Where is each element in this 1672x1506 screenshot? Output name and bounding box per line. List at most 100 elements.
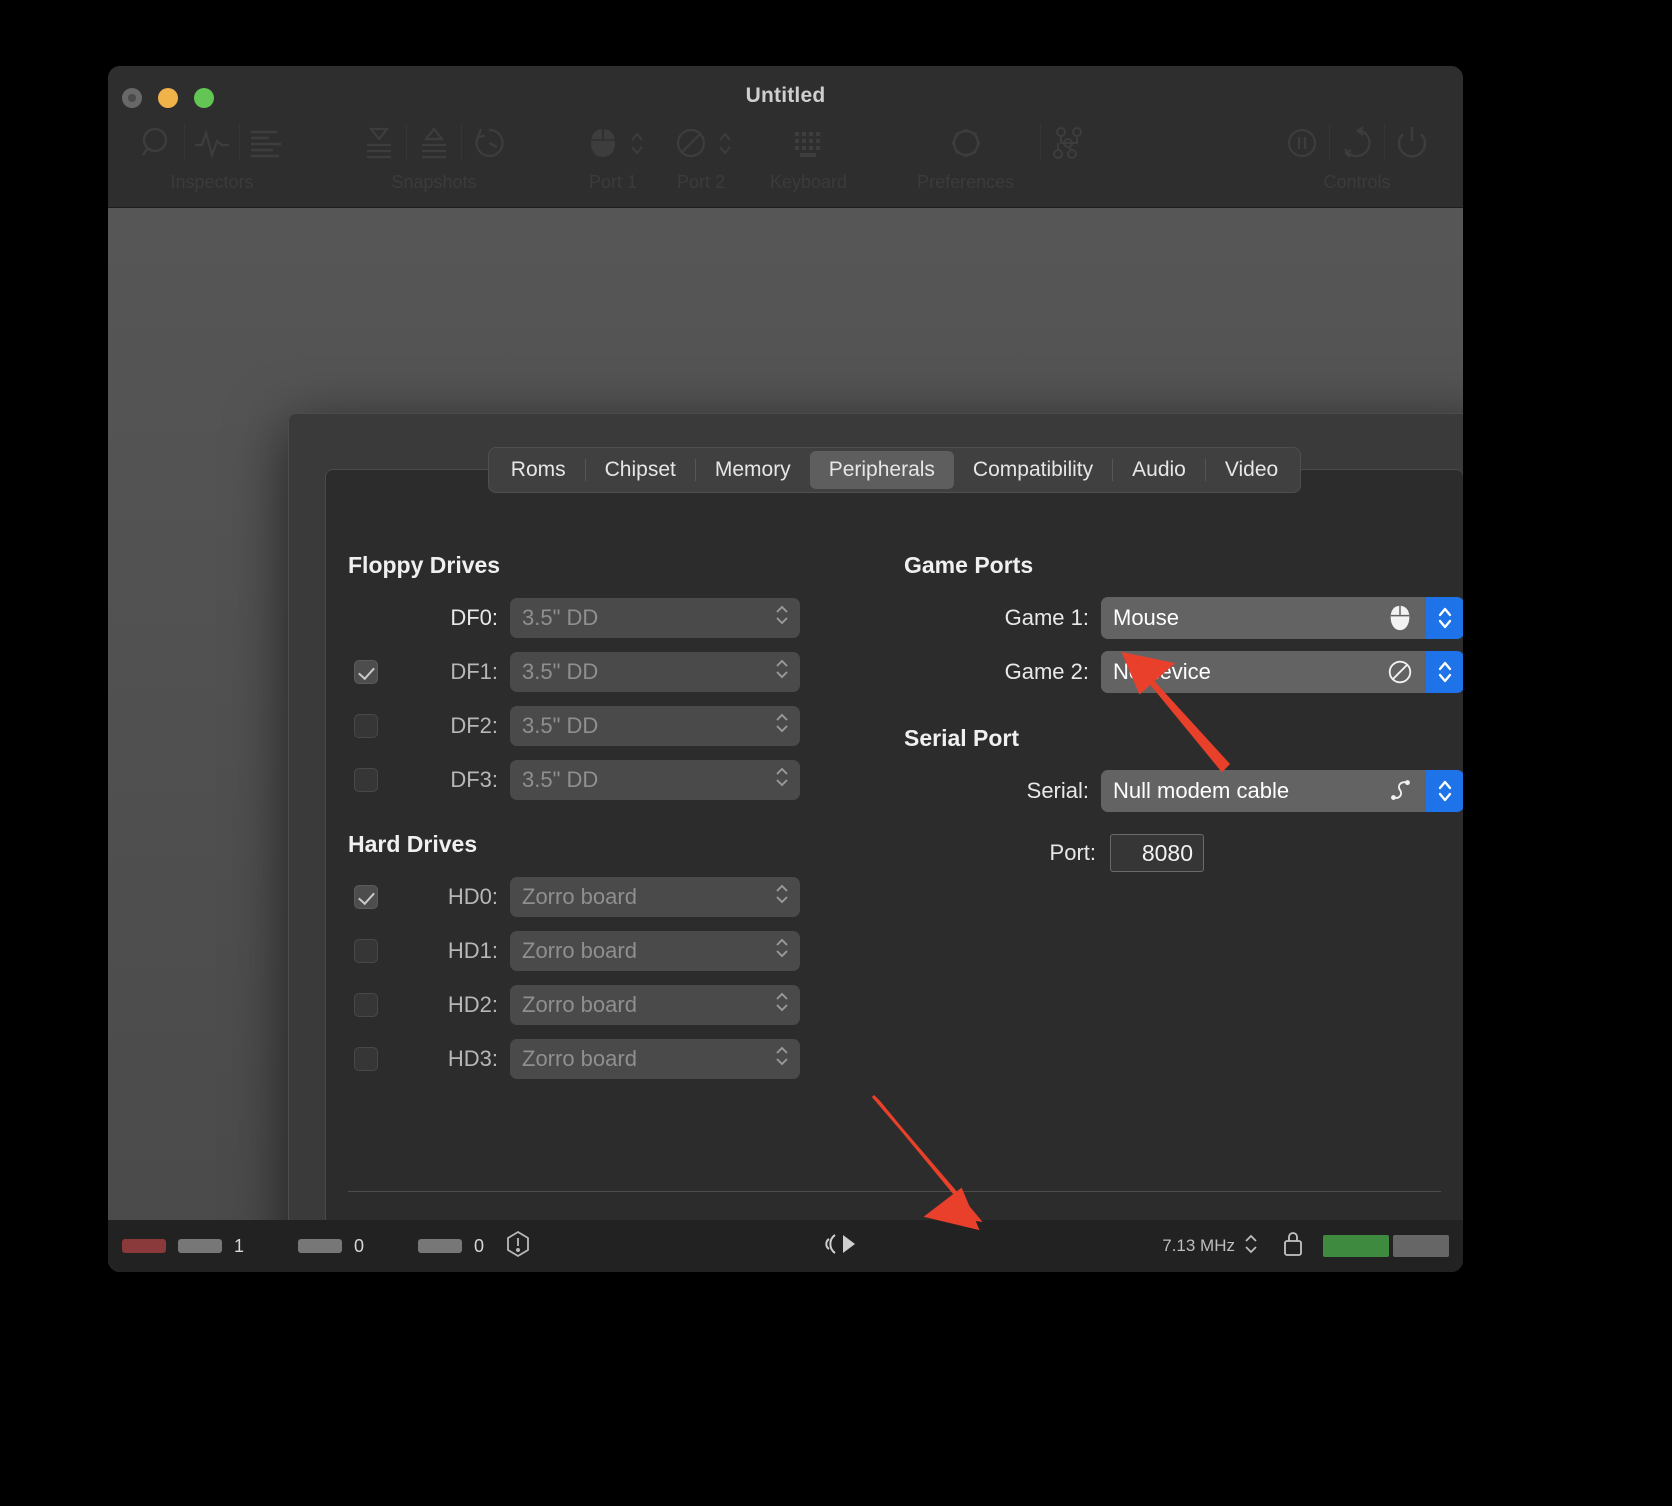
floppy-label-df2: DF2: (450, 713, 498, 738)
keyboard-icon[interactable] (786, 120, 832, 166)
floppy-label-df3: DF3: (450, 767, 498, 792)
hd-select-hd3[interactable]: Zorro board (510, 1039, 800, 1079)
serial-stepper[interactable] (1426, 770, 1463, 812)
floppy-select-df2[interactable]: 3.5" DD (510, 706, 800, 746)
gameport-stepper-1[interactable] (1426, 597, 1463, 639)
chevron-up-down-icon (774, 989, 790, 1021)
toolbar-group-preferences[interactable]: Preferences (917, 118, 1014, 193)
serial-label: Serial: (1026, 778, 1089, 803)
toolbar-label-controls: Controls (1323, 172, 1391, 192)
snapshot-restore-icon[interactable] (356, 120, 402, 166)
gameport-stepper-2[interactable] (1426, 651, 1463, 693)
right-column: Game Ports Game 1: Mouse Game 2: No devi… (904, 552, 1463, 872)
chevron-up-down-icon (774, 710, 790, 742)
tab-compatibility[interactable]: Compatibility (954, 451, 1112, 489)
no-device-icon[interactable] (668, 120, 714, 166)
toolbar-divider (1329, 124, 1330, 160)
toolbar-group-keyboard[interactable]: Keyboard (770, 118, 847, 193)
waveform-icon[interactable] (189, 120, 235, 166)
toolbar-group-port2[interactable]: Port 2 (668, 118, 734, 193)
drive-led-df0[interactable] (122, 1239, 166, 1253)
gear-icon[interactable] (943, 120, 989, 166)
chevron-up-down-icon[interactable] (716, 124, 734, 162)
floppy-checkbox-df1[interactable] (354, 660, 378, 684)
cpu-clock-label: 7.13 MHz (1162, 1236, 1235, 1255)
snapshot-take-icon[interactable] (411, 120, 457, 166)
hd-row-hd2: HD2: Zorro board (348, 984, 868, 1026)
hd-checkbox-hd1[interactable] (354, 939, 378, 963)
hd-checkbox-hd2[interactable] (354, 993, 378, 1017)
section-title-floppy: Floppy Drives (348, 552, 501, 578)
tab-peripherals[interactable]: Peripherals (809, 451, 954, 489)
serial-select[interactable]: Null modem cable (1101, 770, 1426, 812)
panel-content: Floppy Drives DF0: 3.5" DD DF1: 3.5" DD … (326, 522, 1463, 1191)
drive-led-df1[interactable] (178, 1239, 222, 1253)
tab-roms[interactable]: Roms (492, 451, 585, 489)
chevron-up-down-icon[interactable] (628, 124, 646, 162)
emulator-window: Untitled Inspectors Snapshots Port 1 Por… (108, 66, 1463, 1272)
pause-icon[interactable] (1279, 120, 1325, 166)
hd-select-hd1[interactable]: Zorro board (510, 931, 800, 971)
hd-select-hd2[interactable]: Zorro board (510, 985, 800, 1025)
toolbar-divider (239, 124, 240, 160)
floppy-select-df3[interactable]: 3.5" DD (510, 760, 800, 800)
gameport-value-1: Mouse (1113, 605, 1180, 630)
toolbar-divider (1384, 124, 1385, 160)
chevron-up-down-icon (774, 935, 790, 967)
tab-memory[interactable]: Memory (696, 451, 810, 489)
floppy-checkbox-df2[interactable] (354, 714, 378, 738)
toolbar-label-keyboard: Keyboard (770, 172, 848, 192)
drive-led-df3[interactable] (418, 1239, 462, 1253)
floppy-label-df0: DF0: (450, 605, 498, 630)
hd-checkbox-hd0[interactable] (354, 885, 378, 909)
emulator-canvas: Roms Chipset Memory Peripherals Compatib… (108, 208, 1463, 1272)
tab-audio[interactable]: Audio (1113, 451, 1205, 489)
chevron-up-down-icon (774, 881, 790, 913)
magnifier-icon[interactable] (134, 120, 180, 166)
toolbar-label-inspectors: Inspectors (170, 172, 254, 192)
left-column: Floppy Drives DF0: 3.5" DD DF1: 3.5" DD … (348, 552, 868, 1092)
list-icon[interactable] (244, 120, 290, 166)
drive-counter-3: 0 (474, 1235, 485, 1256)
floppy-value-df0: 3.5" DD (522, 605, 599, 630)
window-titlebar: Untitled Inspectors Snapshots Port 1 Por… (108, 66, 1463, 208)
reset-icon[interactable] (1334, 120, 1380, 166)
floppy-value-df1: 3.5" DD (522, 659, 599, 684)
tab-video[interactable]: Video (1206, 451, 1297, 489)
toolbar-group-snapshots[interactable]: Snapshots (356, 118, 512, 193)
drive-led-df2[interactable] (298, 1239, 342, 1253)
audio-icon[interactable] (823, 1229, 865, 1264)
hd-value-hd0: Zorro board (522, 884, 637, 909)
serial-port-input[interactable]: 8080 (1110, 834, 1204, 872)
hd-select-hd0[interactable]: Zorro board (510, 877, 800, 917)
toolbar-label-port1: Port 1 (588, 172, 638, 192)
gameport-select-2[interactable]: No device (1101, 651, 1426, 693)
window-title: Untitled (745, 84, 826, 107)
toolbar-group-controls[interactable]: Controls (1279, 118, 1435, 193)
tab-chipset[interactable]: Chipset (586, 451, 695, 489)
warning-icon[interactable] (504, 1230, 532, 1263)
section-title-harddrives: Hard Drives (348, 831, 478, 857)
gameport-select-1[interactable]: Mouse (1101, 597, 1426, 639)
floppy-select-df1[interactable]: 3.5" DD (510, 652, 800, 692)
floppy-row-df1: DF1: 3.5" DD (348, 651, 868, 693)
config-nodes-icon[interactable] (1045, 120, 1091, 166)
hd-checkbox-hd3[interactable] (354, 1047, 378, 1071)
floppy-select-df0[interactable]: 3.5" DD (510, 598, 800, 638)
configuration-panel: Roms Chipset Memory Peripherals Compatib… (325, 447, 1463, 1272)
mouse-icon[interactable] (580, 120, 626, 166)
drive-counter-2: 0 (354, 1235, 365, 1256)
toolbar-group-port1[interactable]: Port 1 (580, 118, 646, 193)
chevron-up-down-icon (774, 602, 790, 634)
floppy-row-df3: DF3: 3.5" DD (348, 759, 868, 801)
statusbar-lock-icon[interactable] (1281, 1230, 1305, 1263)
clock-stepper[interactable] (1243, 1231, 1259, 1262)
toolbar: Inspectors Snapshots Port 1 Port 2 Keybo… (108, 118, 1463, 208)
toolbar-group-inspectors[interactable]: Inspectors (134, 118, 290, 193)
toolbar-group-config[interactable] (1036, 118, 1091, 172)
configuration-dialog: Roms Chipset Memory Peripherals Compatib… (288, 413, 1463, 1272)
toolbar-label-port2: Port 2 (676, 172, 726, 192)
power-icon[interactable] (1389, 120, 1435, 166)
timemachine-icon[interactable] (466, 120, 512, 166)
floppy-checkbox-df3[interactable] (354, 768, 378, 792)
